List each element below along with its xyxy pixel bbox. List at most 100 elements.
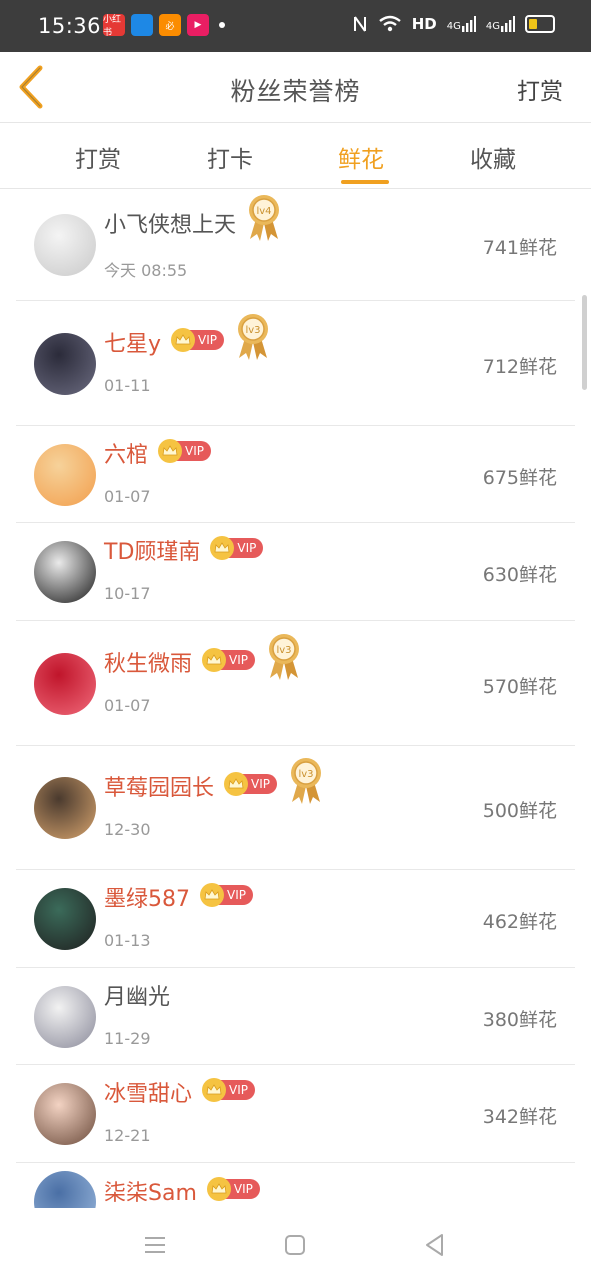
avatar[interactable] [34,777,96,839]
vip-badge: VIP [224,772,277,796]
avatar[interactable] [34,443,96,506]
status-indicators: HD 4G 4G [352,15,555,33]
fan-name[interactable]: 草莓园园长 [104,770,214,802]
status-time: 15:36 [38,14,102,38]
level-label: lv3 [276,645,291,656]
tab-flowers-label: 鲜花 [338,147,384,173]
level-medal-icon: lv3 [238,313,269,360]
fan-row[interactable]: 七星y VIP lv3 01-11 712鲜花 [0,301,591,426]
fan-date: 10-17 [104,584,151,603]
fan-date: 01-07 [104,486,151,506]
hd-indicator: HD [411,15,437,33]
fan-row[interactable]: 冰雪甜心 VIP 12-21 342鲜花 [0,1065,591,1163]
fan-row[interactable]: 草莓园园长 VIP lv3 12-30 500鲜花 [0,746,591,870]
crown-icon [202,647,226,672]
avatar[interactable] [34,652,96,715]
fan-row[interactable]: 秋生微雨 VIP lv3 01-07 570鲜花 [0,621,591,746]
status-app-icons: 小红书 必 ▶ [103,14,225,38]
avatar[interactable] [34,888,96,950]
fan-name[interactable]: 七星y [104,326,161,358]
navigation-bar: 粉丝荣誉榜 打赏 [0,52,591,123]
fan-row[interactable]: TD顾瑾南 VIP 10-17 630鲜花 [0,523,591,621]
tab-flowers[interactable]: 鲜花 [321,140,401,184]
menu-icon[interactable] [140,1230,170,1260]
flower-count: 675鲜花 [482,466,557,489]
avatar[interactable] [34,214,96,276]
fan-date: 01-11 [104,375,151,395]
vip-badge: VIP [202,1078,255,1102]
nfc-icon [353,16,366,32]
avatar[interactable] [34,1083,96,1145]
fan-name[interactable]: 冰雪甜心 [104,1076,192,1108]
flower-count: 741鲜花 [482,237,557,259]
fan-name[interactable]: 墨绿587 [104,881,190,913]
signal-bars-icon [501,16,515,32]
vip-badge: VIP [199,883,253,907]
vip-badge: VIP [210,536,264,560]
app-icon-4: ▶ [187,14,209,36]
tab-checkin[interactable]: 打卡 [190,140,270,174]
fan-name[interactable]: 月幽光 [104,979,170,1011]
crown-icon [202,1078,226,1102]
reward-button[interactable]: 打赏 [517,72,563,106]
battery-icon [525,15,555,33]
level-medal-icon: lv3 [269,633,299,680]
home-icon[interactable] [280,1230,310,1260]
app-icon-3: 必 [159,14,181,36]
back-arrow-icon[interactable] [14,64,48,110]
crown-icon [199,883,224,907]
fan-row[interactable]: 六棺 VIP 01-07 675鲜花 [0,426,591,523]
flower-count: 712鲜花 [482,355,557,378]
vip-badge: VIP [171,327,224,352]
status-bar: 15:36 小红书 必 ▶ HD 4G 4G [0,0,591,52]
fan-ranking-list: 小飞侠想上天 lv4 今天 08:55 741鲜花 七星y VIP lv3 01-11 712鲜… [0,189,591,1233]
fan-date: 01-13 [104,931,151,950]
tab-reward[interactable]: 打赏 [58,140,138,174]
fan-date: 12-30 [104,820,151,839]
ranking-tabs: 打赏 打卡 鲜花 收藏 [0,123,591,189]
flower-count: 500鲜花 [482,800,557,822]
back-icon[interactable] [420,1230,450,1260]
crown-icon [206,1177,231,1201]
level-label: lv4 [256,206,271,217]
level-label: lv3 [298,769,313,780]
avatar[interactable] [34,332,96,395]
avatar[interactable] [34,541,96,603]
signal-4g-2: 4G [486,16,515,32]
level-medal-icon: lv4 [249,195,279,241]
fan-row[interactable]: 小飞侠想上天 lv4 今天 08:55 741鲜花 [0,189,591,301]
fan-date: 01-07 [104,695,151,715]
vip-badge: VIP [206,1177,260,1201]
level-label: lv3 [245,325,260,336]
fan-name[interactable]: 小飞侠想上天 [104,207,236,239]
vip-badge: VIP [202,647,255,672]
fan-name[interactable]: 六棺 [104,437,148,469]
notification-dot [219,22,225,28]
fan-row[interactable]: 墨绿587 VIP 01-13 462鲜花 [0,870,591,968]
flower-count: 380鲜花 [482,1008,557,1031]
crown-icon [158,438,182,463]
avatar[interactable] [34,985,96,1048]
wifi-icon [378,15,401,32]
page-title: 粉丝荣誉榜 [230,77,361,106]
tab-favorites[interactable]: 收藏 [453,140,533,174]
scrollbar[interactable] [582,295,587,390]
signal-4g-1: 4G [447,16,476,32]
fan-date: 11-29 [104,1028,151,1048]
fan-row[interactable]: 月幽光 11-29 380鲜花 [0,968,591,1065]
app-icon-2 [131,14,153,36]
flower-count: 630鲜花 [482,564,557,586]
system-navigation-bar [0,1208,591,1280]
fan-name[interactable]: TD顾瑾南 [104,534,200,566]
fan-name[interactable]: 秋生微雨 [104,646,192,678]
crown-icon [171,327,196,352]
fan-date: 12-21 [104,1126,151,1145]
app-icon-1: 小红书 [103,14,125,38]
flower-count: 570鲜花 [482,675,557,698]
flower-count: 462鲜花 [482,911,557,933]
flower-count: 342鲜花 [482,1106,557,1128]
fan-name[interactable]: 柒柒Sam [104,1175,197,1207]
active-tab-indicator [341,180,389,184]
vip-badge: VIP [158,438,211,463]
crown-icon [224,772,248,796]
